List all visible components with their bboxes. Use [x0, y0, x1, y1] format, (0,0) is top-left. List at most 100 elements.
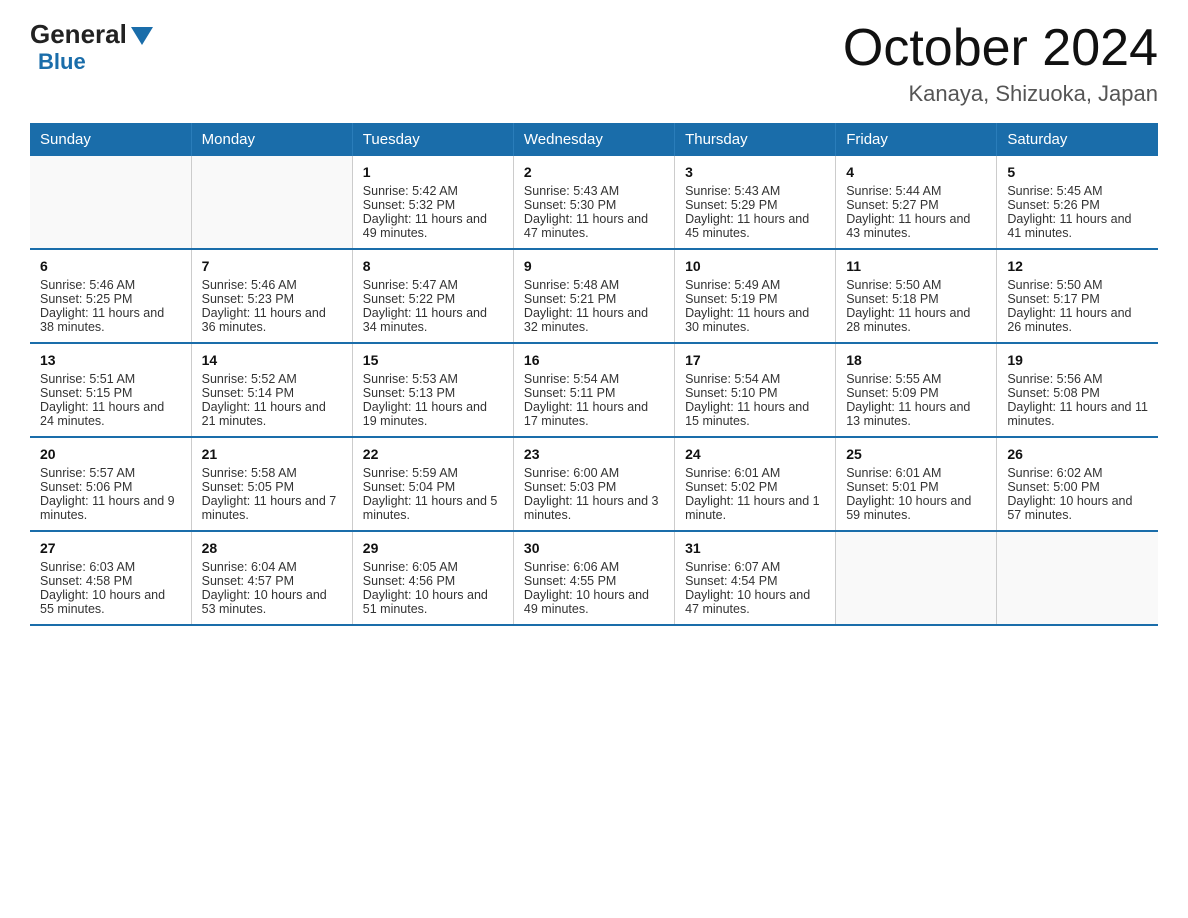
sunrise-text: Sunrise: 5:54 AM — [685, 372, 780, 386]
sunrise-text: Sunrise: 6:00 AM — [524, 466, 619, 480]
sunset-text: Sunset: 5:01 PM — [846, 480, 938, 494]
sunrise-text: Sunrise: 6:04 AM — [202, 560, 297, 574]
day-number: 20 — [40, 446, 181, 462]
calendar-body: 1 Sunrise: 5:42 AM Sunset: 5:32 PM Dayli… — [30, 156, 1158, 625]
sunrise-text: Sunrise: 5:45 AM — [1007, 184, 1102, 198]
sunset-text: Sunset: 5:15 PM — [40, 386, 132, 400]
day-number: 23 — [524, 446, 664, 462]
calendar-week-3: 13 Sunrise: 5:51 AM Sunset: 5:15 PM Dayl… — [30, 343, 1158, 437]
calendar-cell: 4 Sunrise: 5:44 AM Sunset: 5:27 PM Dayli… — [836, 156, 997, 249]
sunrise-text: Sunrise: 5:58 AM — [202, 466, 297, 480]
header-row: Sunday Monday Tuesday Wednesday Thursday… — [30, 123, 1158, 156]
daylight-text: Daylight: 11 hours and 1 minute. — [685, 494, 820, 522]
sunrise-text: Sunrise: 5:57 AM — [40, 466, 135, 480]
daylight-text: Daylight: 11 hours and 34 minutes. — [363, 306, 487, 334]
daylight-text: Daylight: 10 hours and 49 minutes. — [524, 588, 649, 616]
daylight-text: Daylight: 11 hours and 19 minutes. — [363, 400, 487, 428]
month-title: October 2024 — [843, 20, 1158, 77]
sunset-text: Sunset: 4:56 PM — [363, 574, 455, 588]
sunrise-text: Sunrise: 6:03 AM — [40, 560, 135, 574]
sunset-text: Sunset: 4:57 PM — [202, 574, 294, 588]
sunset-text: Sunset: 5:17 PM — [1007, 292, 1099, 306]
calendar-cell: 15 Sunrise: 5:53 AM Sunset: 5:13 PM Dayl… — [352, 343, 513, 437]
sunset-text: Sunset: 5:29 PM — [685, 198, 777, 212]
page-header: General Blue October 2024 Kanaya, Shizuo… — [30, 20, 1158, 107]
daylight-text: Daylight: 11 hours and 3 minutes. — [524, 494, 659, 522]
calendar-cell: 31 Sunrise: 6:07 AM Sunset: 4:54 PM Dayl… — [675, 531, 836, 625]
daylight-text: Daylight: 11 hours and 32 minutes. — [524, 306, 648, 334]
calendar-cell: 30 Sunrise: 6:06 AM Sunset: 4:55 PM Dayl… — [513, 531, 674, 625]
day-number: 18 — [846, 352, 986, 368]
daylight-text: Daylight: 11 hours and 21 minutes. — [202, 400, 326, 428]
title-area: October 2024 Kanaya, Shizuoka, Japan — [843, 20, 1158, 107]
daylight-text: Daylight: 11 hours and 49 minutes. — [363, 212, 487, 240]
calendar-cell: 19 Sunrise: 5:56 AM Sunset: 5:08 PM Dayl… — [997, 343, 1158, 437]
calendar-cell: 13 Sunrise: 5:51 AM Sunset: 5:15 PM Dayl… — [30, 343, 191, 437]
sunrise-text: Sunrise: 5:52 AM — [202, 372, 297, 386]
calendar-cell: 22 Sunrise: 5:59 AM Sunset: 5:04 PM Dayl… — [352, 437, 513, 531]
daylight-text: Daylight: 11 hours and 15 minutes. — [685, 400, 809, 428]
calendar-cell — [191, 156, 352, 249]
logo: General Blue — [30, 20, 153, 75]
sunset-text: Sunset: 5:27 PM — [846, 198, 938, 212]
day-number: 27 — [40, 540, 181, 556]
sunset-text: Sunset: 5:32 PM — [363, 198, 455, 212]
day-number: 19 — [1007, 352, 1148, 368]
daylight-text: Daylight: 10 hours and 51 minutes. — [363, 588, 488, 616]
calendar-cell: 10 Sunrise: 5:49 AM Sunset: 5:19 PM Dayl… — [675, 249, 836, 343]
day-number: 13 — [40, 352, 181, 368]
daylight-text: Daylight: 11 hours and 26 minutes. — [1007, 306, 1131, 334]
calendar-cell: 23 Sunrise: 6:00 AM Sunset: 5:03 PM Dayl… — [513, 437, 674, 531]
sunset-text: Sunset: 4:55 PM — [524, 574, 616, 588]
logo-general-text: General — [30, 20, 127, 49]
daylight-text: Daylight: 11 hours and 5 minutes. — [363, 494, 498, 522]
calendar-cell: 1 Sunrise: 5:42 AM Sunset: 5:32 PM Dayli… — [352, 156, 513, 249]
calendar-cell: 5 Sunrise: 5:45 AM Sunset: 5:26 PM Dayli… — [997, 156, 1158, 249]
sunrise-text: Sunrise: 5:50 AM — [1007, 278, 1102, 292]
col-wednesday: Wednesday — [513, 123, 674, 156]
sunrise-text: Sunrise: 6:02 AM — [1007, 466, 1102, 480]
sunrise-text: Sunrise: 5:56 AM — [1007, 372, 1102, 386]
calendar-week-1: 1 Sunrise: 5:42 AM Sunset: 5:32 PM Dayli… — [30, 156, 1158, 249]
calendar-cell: 27 Sunrise: 6:03 AM Sunset: 4:58 PM Dayl… — [30, 531, 191, 625]
sunset-text: Sunset: 5:21 PM — [524, 292, 616, 306]
day-number: 11 — [846, 258, 986, 274]
calendar-table: Sunday Monday Tuesday Wednesday Thursday… — [30, 123, 1158, 626]
sunrise-text: Sunrise: 5:44 AM — [846, 184, 941, 198]
calendar-cell: 17 Sunrise: 5:54 AM Sunset: 5:10 PM Dayl… — [675, 343, 836, 437]
day-number: 10 — [685, 258, 825, 274]
day-number: 29 — [363, 540, 503, 556]
calendar-cell: 9 Sunrise: 5:48 AM Sunset: 5:21 PM Dayli… — [513, 249, 674, 343]
day-number: 6 — [40, 258, 181, 274]
calendar-cell: 12 Sunrise: 5:50 AM Sunset: 5:17 PM Dayl… — [997, 249, 1158, 343]
calendar-cell: 7 Sunrise: 5:46 AM Sunset: 5:23 PM Dayli… — [191, 249, 352, 343]
sunset-text: Sunset: 5:25 PM — [40, 292, 132, 306]
daylight-text: Daylight: 11 hours and 28 minutes. — [846, 306, 970, 334]
calendar-week-4: 20 Sunrise: 5:57 AM Sunset: 5:06 PM Dayl… — [30, 437, 1158, 531]
day-number: 16 — [524, 352, 664, 368]
calendar-cell: 2 Sunrise: 5:43 AM Sunset: 5:30 PM Dayli… — [513, 156, 674, 249]
calendar-cell: 14 Sunrise: 5:52 AM Sunset: 5:14 PM Dayl… — [191, 343, 352, 437]
sunrise-text: Sunrise: 6:01 AM — [685, 466, 780, 480]
daylight-text: Daylight: 11 hours and 30 minutes. — [685, 306, 809, 334]
calendar-cell — [836, 531, 997, 625]
day-number: 2 — [524, 164, 664, 180]
sunset-text: Sunset: 5:26 PM — [1007, 198, 1099, 212]
sunrise-text: Sunrise: 5:47 AM — [363, 278, 458, 292]
daylight-text: Daylight: 11 hours and 36 minutes. — [202, 306, 326, 334]
sunrise-text: Sunrise: 5:46 AM — [40, 278, 135, 292]
daylight-text: Daylight: 11 hours and 13 minutes. — [846, 400, 970, 428]
daylight-text: Daylight: 11 hours and 43 minutes. — [846, 212, 970, 240]
sunset-text: Sunset: 5:04 PM — [363, 480, 455, 494]
sunrise-text: Sunrise: 5:55 AM — [846, 372, 941, 386]
daylight-text: Daylight: 10 hours and 53 minutes. — [202, 588, 327, 616]
sunset-text: Sunset: 5:14 PM — [202, 386, 294, 400]
daylight-text: Daylight: 11 hours and 9 minutes. — [40, 494, 175, 522]
calendar-week-2: 6 Sunrise: 5:46 AM Sunset: 5:25 PM Dayli… — [30, 249, 1158, 343]
logo-triangle-icon — [131, 23, 153, 45]
daylight-text: Daylight: 11 hours and 38 minutes. — [40, 306, 164, 334]
daylight-text: Daylight: 11 hours and 24 minutes. — [40, 400, 164, 428]
calendar-cell: 20 Sunrise: 5:57 AM Sunset: 5:06 PM Dayl… — [30, 437, 191, 531]
sunset-text: Sunset: 4:58 PM — [40, 574, 132, 588]
calendar-cell: 18 Sunrise: 5:55 AM Sunset: 5:09 PM Dayl… — [836, 343, 997, 437]
